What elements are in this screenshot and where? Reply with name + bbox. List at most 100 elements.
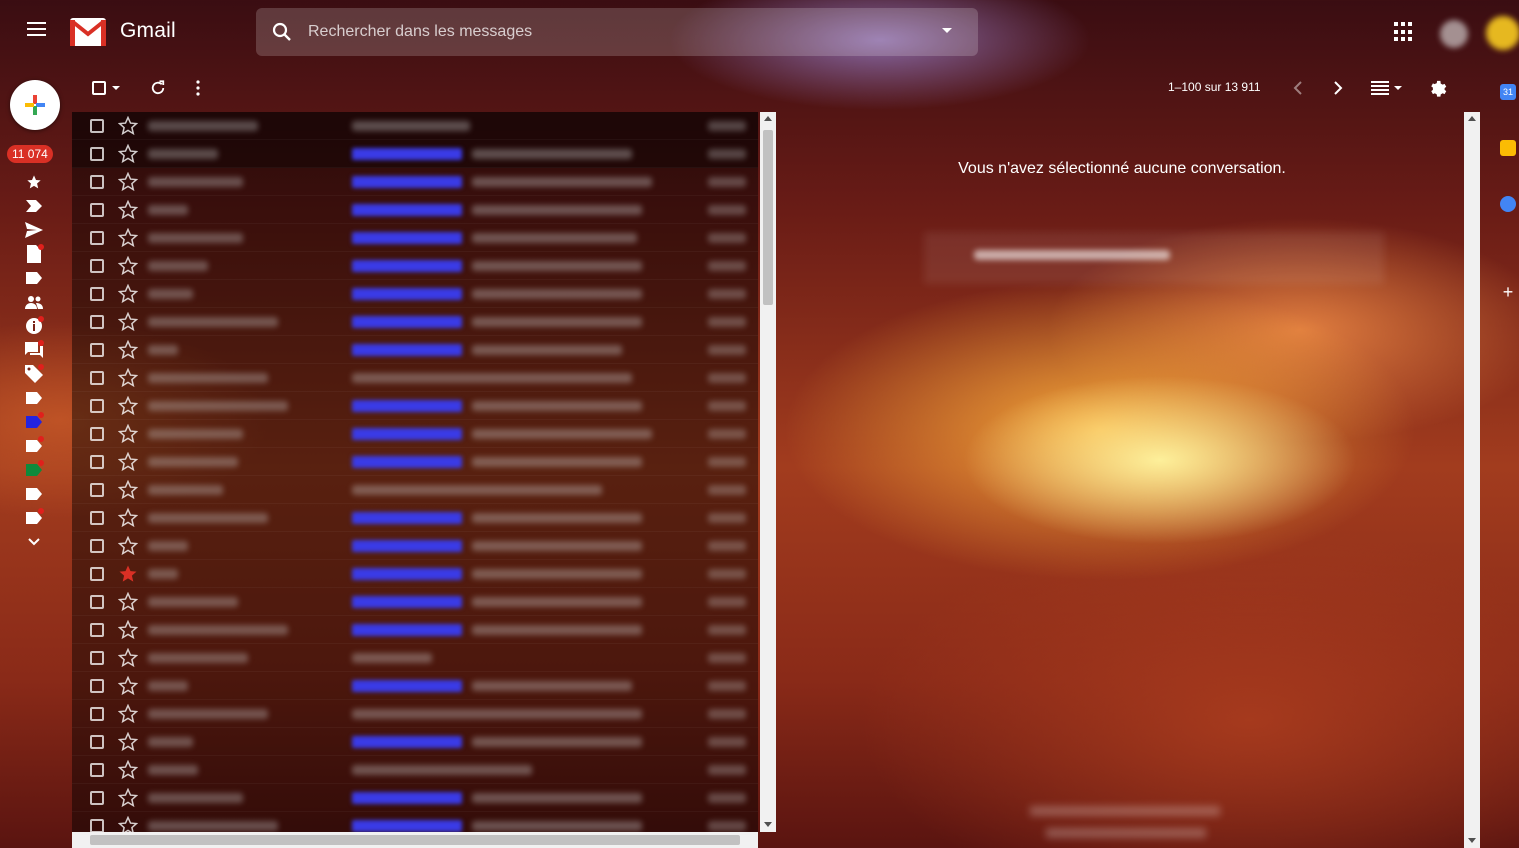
table-row[interactable] (72, 700, 758, 728)
row-checkbox[interactable] (90, 511, 104, 525)
label-icon[interactable] (22, 482, 46, 506)
star-icon[interactable] (118, 256, 138, 276)
row-checkbox[interactable] (90, 819, 104, 832)
star-icon[interactable] (118, 508, 138, 528)
table-row[interactable] (72, 448, 758, 476)
settings-gear-icon[interactable] (1426, 76, 1450, 100)
search-icon[interactable] (270, 20, 294, 44)
promotions-icon[interactable] (22, 362, 46, 386)
forums-icon[interactable] (22, 338, 46, 362)
refresh-icon[interactable] (146, 76, 170, 100)
row-checkbox[interactable] (90, 175, 104, 189)
message-list[interactable] (72, 112, 758, 832)
row-checkbox[interactable] (90, 259, 104, 273)
account-avatar[interactable] (1486, 16, 1519, 50)
row-checkbox[interactable] (90, 315, 104, 329)
starred-star-icon[interactable] (118, 564, 138, 584)
row-checkbox[interactable] (90, 791, 104, 805)
inbox-unread-badge[interactable]: 11 074 (7, 145, 53, 163)
more-actions-icon[interactable] (186, 76, 210, 100)
search-input[interactable] (308, 8, 928, 56)
scrollbar-thumb[interactable] (90, 835, 740, 845)
table-row[interactable] (72, 532, 758, 560)
star-icon[interactable] (118, 620, 138, 640)
split-pane-toggle-icon[interactable] (1366, 76, 1406, 100)
table-row[interactable] (72, 196, 758, 224)
label-icon[interactable] (22, 434, 46, 458)
row-checkbox[interactable] (90, 343, 104, 357)
star-icon[interactable] (118, 480, 138, 500)
scroll-down-arrow-icon[interactable] (1468, 838, 1476, 843)
row-checkbox[interactable] (90, 651, 104, 665)
main-menu-button[interactable] (20, 18, 52, 46)
row-checkbox[interactable] (90, 455, 104, 469)
table-row[interactable] (72, 364, 758, 392)
select-all-checkbox[interactable] (88, 76, 124, 100)
row-checkbox[interactable] (90, 763, 104, 777)
sent-icon[interactable] (22, 218, 46, 242)
row-checkbox[interactable] (90, 231, 104, 245)
snoozed-icon[interactable] (22, 194, 46, 218)
table-row[interactable] (72, 112, 758, 140)
keep-icon[interactable] (1500, 140, 1516, 156)
row-checkbox[interactable] (90, 735, 104, 749)
star-icon[interactable] (118, 760, 138, 780)
notifications-icon[interactable] (1440, 20, 1468, 48)
preview-vertical-scrollbar[interactable] (1464, 112, 1480, 848)
table-row[interactable] (72, 560, 758, 588)
table-row[interactable] (72, 728, 758, 756)
star-icon[interactable] (118, 704, 138, 724)
table-row[interactable] (72, 392, 758, 420)
scrollbar-thumb[interactable] (763, 130, 773, 305)
star-icon[interactable] (118, 452, 138, 472)
label-icon[interactable] (22, 386, 46, 410)
row-checkbox[interactable] (90, 399, 104, 413)
row-checkbox[interactable] (90, 595, 104, 609)
table-row[interactable] (72, 616, 758, 644)
star-icon[interactable] (118, 788, 138, 808)
row-checkbox[interactable] (90, 203, 104, 217)
star-icon[interactable] (118, 732, 138, 752)
search-options-caret-icon[interactable] (942, 28, 952, 33)
row-checkbox[interactable] (90, 623, 104, 637)
table-row[interactable] (72, 308, 758, 336)
table-row[interactable] (72, 280, 758, 308)
table-row[interactable] (72, 336, 758, 364)
drafts-icon[interactable] (22, 242, 46, 266)
table-row[interactable] (72, 756, 758, 784)
table-row[interactable] (72, 784, 758, 812)
tasks-icon[interactable] (1500, 196, 1516, 212)
scroll-up-arrow-icon[interactable] (764, 116, 772, 121)
row-checkbox[interactable] (90, 287, 104, 301)
row-checkbox[interactable] (90, 539, 104, 553)
newer-page-icon[interactable] (1286, 76, 1310, 100)
calendar-icon[interactable]: 31 (1500, 84, 1516, 100)
apps-grid-icon[interactable] (1394, 22, 1414, 42)
row-checkbox[interactable] (90, 483, 104, 497)
row-checkbox[interactable] (90, 371, 104, 385)
row-checkbox[interactable] (90, 119, 104, 133)
search-bar[interactable] (256, 8, 978, 56)
starred-icon[interactable] (22, 170, 46, 194)
star-icon[interactable] (118, 816, 138, 832)
star-icon[interactable] (118, 424, 138, 444)
table-row[interactable] (72, 168, 758, 196)
star-icon[interactable] (118, 200, 138, 220)
star-icon[interactable] (118, 648, 138, 668)
star-icon[interactable] (118, 536, 138, 556)
star-icon[interactable] (118, 396, 138, 416)
table-row[interactable] (72, 672, 758, 700)
table-row[interactable] (72, 420, 758, 448)
more-chevron-icon[interactable] (22, 530, 46, 554)
row-checkbox[interactable] (90, 427, 104, 441)
table-row[interactable] (72, 252, 758, 280)
table-row[interactable] (72, 812, 758, 832)
star-icon[interactable] (118, 676, 138, 696)
star-icon[interactable] (118, 284, 138, 304)
message-list-vertical-scrollbar[interactable] (760, 112, 776, 832)
updates-icon[interactable] (22, 314, 46, 338)
table-row[interactable] (72, 644, 758, 672)
star-icon[interactable] (118, 116, 138, 136)
social-icon[interactable] (22, 290, 46, 314)
table-row[interactable] (72, 588, 758, 616)
